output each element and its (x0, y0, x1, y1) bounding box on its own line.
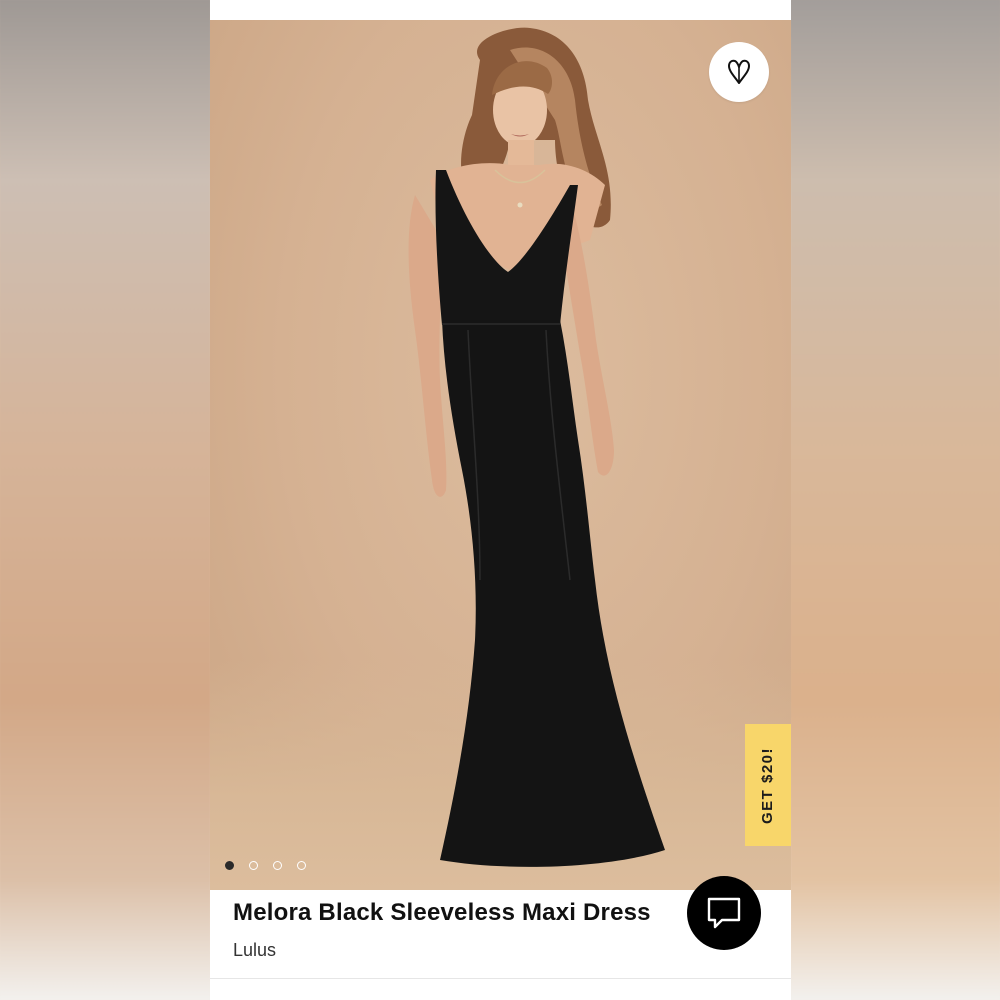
carousel-dot-1[interactable] (225, 861, 234, 870)
promo-tab[interactable]: GET $20! (745, 724, 791, 846)
chat-bubble-icon (707, 897, 741, 929)
blurred-background-right (791, 0, 1000, 1000)
product-title: Melora Black Sleeveless Maxi Dress (233, 899, 651, 926)
product-photo (408, 27, 665, 867)
heart-outline-icon (728, 59, 750, 84)
product-image-carousel[interactable]: GET $20! (210, 20, 791, 890)
favorite-button[interactable] (709, 42, 769, 102)
blurred-background-left (0, 0, 210, 1000)
product-screen: GET $20! Melora Black Sleeveless Maxi Dr… (210, 0, 791, 1000)
carousel-dot-2[interactable] (249, 861, 258, 870)
carousel-dot-4[interactable] (297, 861, 306, 870)
product-brand[interactable]: Lulus (233, 940, 276, 961)
chat-button[interactable] (687, 876, 761, 950)
divider (210, 978, 791, 979)
top-strip (210, 0, 791, 20)
carousel-indicators (225, 861, 306, 870)
promo-label: GET $20! (759, 746, 777, 824)
carousel-dot-3[interactable] (273, 861, 282, 870)
